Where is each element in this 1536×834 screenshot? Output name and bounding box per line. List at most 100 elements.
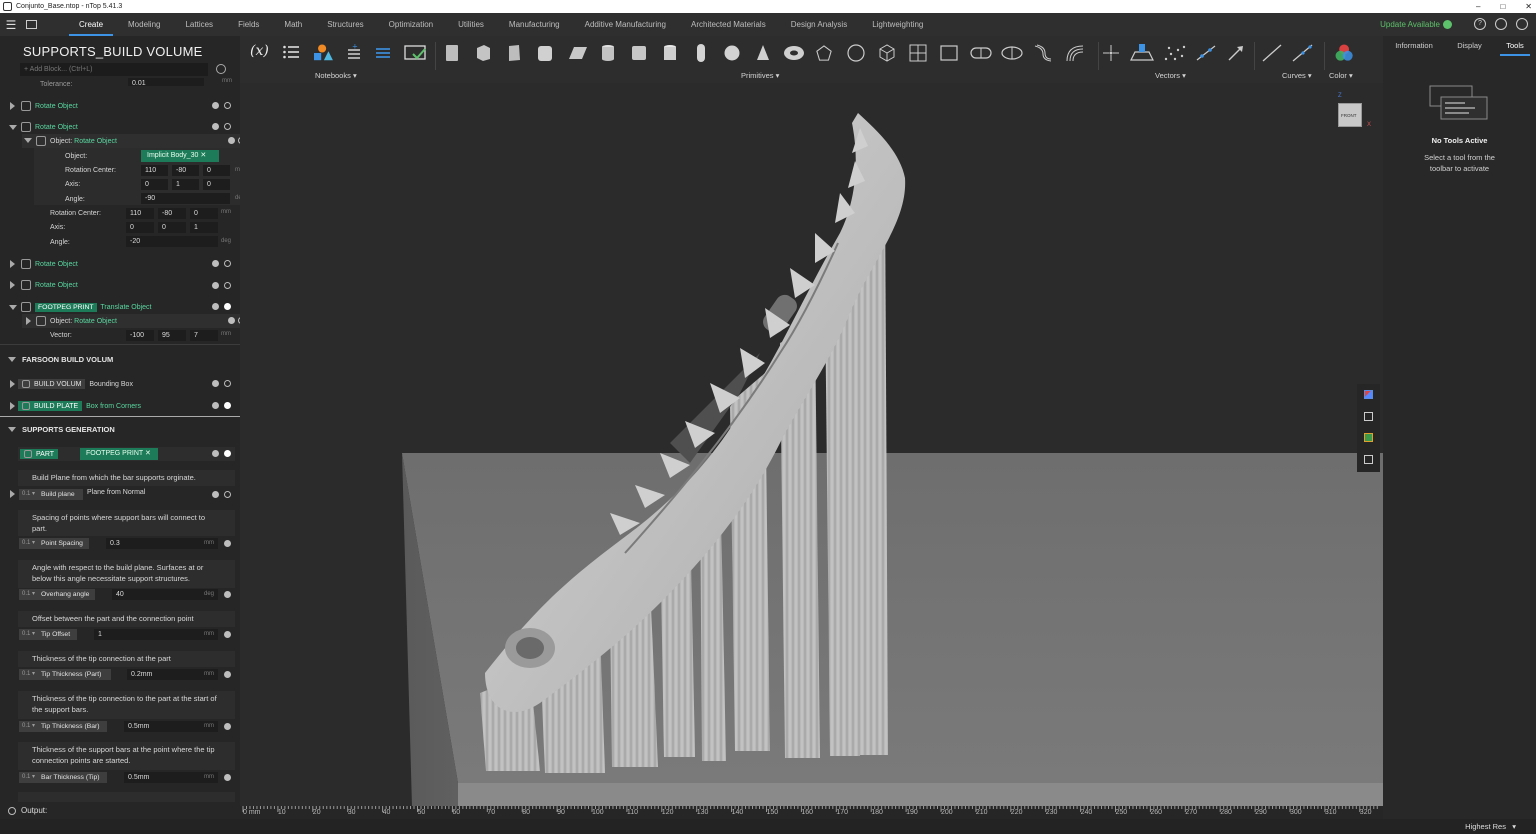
update-available-button[interactable]: Update Available	[1380, 13, 1452, 36]
visibility-dot[interactable]	[224, 282, 231, 289]
collapse-caret-icon[interactable]	[9, 305, 17, 310]
axis-y[interactable]: 0	[158, 222, 186, 233]
tab-optimization[interactable]: Optimization	[389, 13, 433, 36]
farsoon-section-title[interactable]: FARSOON BUILD VOLUM	[22, 355, 113, 364]
visibility-dot[interactable]	[224, 380, 231, 387]
insert-list-icon[interactable]	[374, 44, 390, 62]
help-icon[interactable]	[224, 631, 231, 638]
sweep-icon[interactable]	[1065, 44, 1085, 62]
shapes-icon[interactable]	[311, 44, 335, 62]
tab-additive-manufacturing[interactable]: Additive Manufacturing	[585, 13, 666, 36]
vector-z[interactable]: 7	[190, 330, 218, 341]
section-collapse-icon[interactable]	[8, 427, 16, 432]
line-icon[interactable]	[1262, 44, 1282, 62]
tab-design-analysis[interactable]: Design Analysis	[791, 13, 847, 36]
tab-architected-materials[interactable]: Architected Materials	[691, 13, 766, 36]
visibility-dot[interactable]	[224, 303, 231, 310]
3d-viewport[interactable]: FRONT Z X	[240, 83, 1383, 806]
cube-icon[interactable]	[475, 44, 491, 62]
help-icon[interactable]: ?	[1474, 18, 1486, 30]
tip-offset-tag[interactable]: Tip Offset	[19, 629, 77, 640]
sphere-icon[interactable]	[724, 44, 740, 62]
tab-fields[interactable]: Fields	[238, 13, 259, 36]
plane-icon[interactable]	[1130, 44, 1154, 62]
wedge-icon[interactable]	[568, 44, 588, 62]
help-icon[interactable]	[228, 317, 235, 324]
help-icon[interactable]	[212, 260, 219, 267]
remove-icon[interactable]: ✕	[145, 450, 151, 457]
collapse-caret-icon[interactable]	[24, 138, 32, 143]
color-dropdown[interactable]: Color ▾	[1329, 71, 1353, 80]
rotation-center-y[interactable]: -80	[158, 208, 186, 219]
axis-x[interactable]: 0	[126, 222, 154, 233]
refresh-icon[interactable]	[216, 64, 226, 74]
tab-lattices[interactable]: Lattices	[185, 13, 213, 36]
help-icon[interactable]	[212, 282, 219, 289]
account-icon[interactable]	[1495, 18, 1507, 30]
axis-z[interactable]: 1	[190, 222, 218, 233]
list-icon[interactable]	[283, 44, 299, 62]
visibility-dot[interactable]	[224, 102, 231, 109]
render-mode-icon[interactable]	[1364, 390, 1373, 399]
angle-field[interactable]: -20	[126, 236, 218, 247]
box-icon[interactable]	[444, 44, 460, 62]
grid-square-icon[interactable]	[909, 44, 927, 62]
footpeg-print-chip[interactable]: FOOTPEG PRINT ✕	[80, 448, 158, 460]
ellipse-icon[interactable]	[1001, 44, 1023, 62]
tab-structures[interactable]: Structures	[327, 13, 363, 36]
inner-rotation-center-x[interactable]: 110	[141, 165, 168, 176]
point-icon[interactable]	[1102, 44, 1120, 62]
tab-tools[interactable]: Tools	[1500, 36, 1530, 56]
inner-angle-field[interactable]: -90	[141, 193, 230, 204]
tab-lightweighting[interactable]: Lightweighting	[872, 13, 923, 36]
help-icon[interactable]	[224, 723, 231, 730]
remove-icon[interactable]: ✕	[200, 152, 206, 159]
tab-modeling[interactable]: Modeling	[128, 13, 160, 36]
variable-button[interactable]: (x)	[250, 43, 269, 59]
inner-rotation-center-y[interactable]: -80	[172, 165, 199, 176]
block-build-plate[interactable]: BUILD PLATE Box from Corners	[0, 399, 240, 413]
torus-icon[interactable]	[783, 44, 805, 62]
help-icon[interactable]	[212, 123, 219, 130]
hamburger-menu-icon[interactable]: ☰	[0, 18, 22, 32]
help-icon[interactable]	[228, 137, 235, 144]
help-icon[interactable]	[212, 402, 219, 409]
close-button[interactable]: ✕	[1525, 0, 1532, 13]
add-block-input[interactable]: + Add Block... (Ctrl+L)	[20, 63, 208, 76]
tab-utilities[interactable]: Utilities	[458, 13, 484, 36]
primitives-dropdown[interactable]: Primitives ▾	[741, 71, 779, 80]
footpeg-name-tag[interactable]: FOOTPEG PRINT	[35, 302, 97, 312]
collapse-caret-icon[interactable]	[9, 125, 17, 130]
slot-icon[interactable]	[970, 44, 992, 62]
help-icon[interactable]	[212, 102, 219, 109]
help-icon[interactable]	[212, 450, 219, 457]
help-icon[interactable]	[224, 540, 231, 547]
bar-thickness-tip-tag[interactable]: Bar Thickness (Tip)	[19, 772, 107, 783]
inner-axis-z[interactable]: 0	[203, 179, 230, 190]
notebook-title[interactable]: SUPPORTS_BUILD VOLUME	[23, 44, 203, 59]
inner-axis-y[interactable]: 1	[172, 179, 199, 190]
cylinder-tall-icon[interactable]	[662, 44, 678, 62]
help-icon[interactable]	[212, 380, 219, 387]
expand-caret-icon[interactable]	[10, 402, 15, 410]
visibility-dot[interactable]	[224, 491, 231, 498]
section-view-icon[interactable]	[1364, 412, 1373, 421]
help-icon[interactable]	[224, 774, 231, 781]
tab-manufacturing[interactable]: Manufacturing	[509, 13, 560, 36]
help-icon[interactable]	[212, 491, 219, 498]
circle-icon[interactable]	[847, 44, 865, 62]
settings-icon[interactable]	[1516, 18, 1528, 30]
display-check-icon[interactable]	[404, 44, 428, 62]
expand-caret-icon[interactable]	[10, 260, 15, 268]
vector-y[interactable]: 95	[158, 330, 186, 341]
add-list-icon[interactable]: +	[344, 44, 360, 62]
rounded-box-icon[interactable]	[537, 44, 553, 62]
output-bar[interactable]: Output:	[0, 802, 240, 819]
expand-caret-icon[interactable]	[26, 317, 31, 325]
expand-caret-icon[interactable]	[10, 380, 15, 388]
expand-caret-icon[interactable]	[10, 490, 15, 498]
render-quality-dropdown[interactable]: Highest Res ▾	[1465, 819, 1516, 834]
build-plane-value[interactable]: Plane from Normal	[87, 489, 145, 496]
tab-display[interactable]: Display	[1457, 36, 1482, 56]
rotation-center-z[interactable]: 0	[190, 208, 218, 219]
